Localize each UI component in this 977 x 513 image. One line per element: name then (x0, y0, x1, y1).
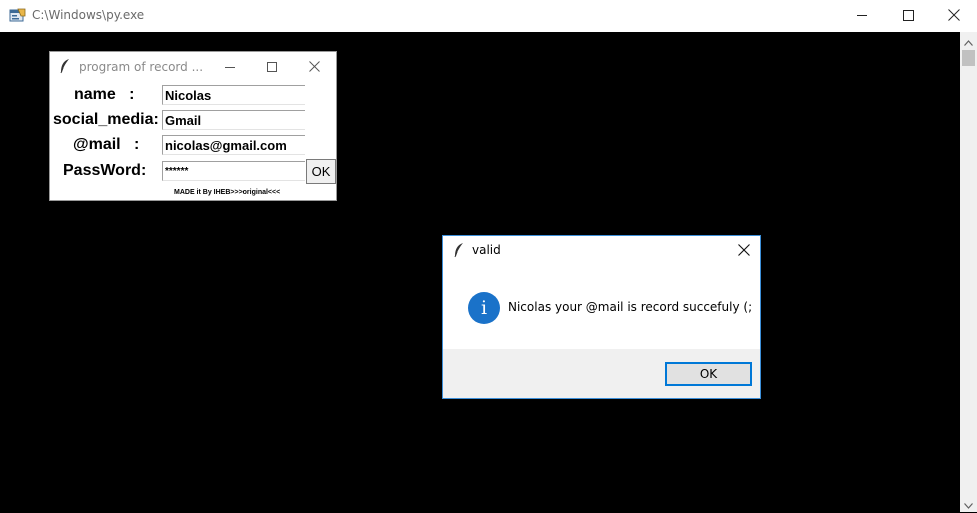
close-button[interactable] (931, 0, 977, 30)
name-label: name : (74, 86, 135, 103)
mail-label: @mail : (73, 136, 140, 153)
credit-label: MADE it By IHEB>>>original<<< (174, 189, 281, 196)
console-titlebar: C:\Windows\py.exe (0, 0, 977, 32)
minimize-button[interactable] (839, 0, 885, 30)
scroll-up-button[interactable] (960, 32, 977, 49)
scroll-down-button[interactable] (960, 495, 977, 512)
feather-icon (453, 242, 465, 262)
password-input[interactable]: ****** (162, 161, 305, 181)
maximize-button[interactable] (885, 0, 931, 30)
minimize-icon (856, 6, 868, 25)
record-window-titlebar: program of record ... (50, 52, 336, 82)
close-icon (948, 6, 960, 25)
info-icon: i (468, 292, 500, 324)
close-icon (308, 57, 320, 76)
record-maximize-button[interactable] (251, 52, 293, 81)
valid-dialog: valid i Nicolas your @mail is record suc… (442, 235, 761, 399)
scrollbar-thumb[interactable] (962, 50, 975, 66)
maximize-icon (267, 57, 277, 76)
social-media-input[interactable]: Gmail (162, 110, 305, 130)
maximize-icon (902, 6, 914, 25)
python-console-icon (9, 7, 26, 28)
record-program-window: program of record ... name : Nicolas soc… (49, 51, 337, 201)
record-minimize-button[interactable] (209, 52, 251, 81)
chevron-up-icon (964, 31, 973, 50)
valid-ok-button[interactable]: OK (665, 362, 752, 386)
password-label: PassWord: (63, 162, 147, 179)
feather-icon (59, 58, 71, 78)
close-icon (737, 241, 750, 260)
name-input[interactable]: Nicolas (162, 85, 305, 105)
record-close-button[interactable] (293, 52, 335, 81)
social-media-label: social_media: (53, 111, 159, 128)
console-scrollbar[interactable] (960, 32, 977, 512)
valid-close-button[interactable] (727, 236, 760, 264)
minimize-icon (225, 57, 235, 76)
chevron-down-icon (964, 494, 973, 513)
mail-input[interactable]: nicolas@gmail.com (162, 135, 305, 155)
console-title: C:\Windows\py.exe (32, 8, 145, 22)
valid-message: Nicolas your @mail is record succefuly (… (508, 300, 753, 314)
valid-dialog-title: valid (472, 243, 501, 257)
record-window-title: program of record ... (79, 60, 204, 74)
record-ok-button[interactable]: OK (306, 159, 336, 184)
